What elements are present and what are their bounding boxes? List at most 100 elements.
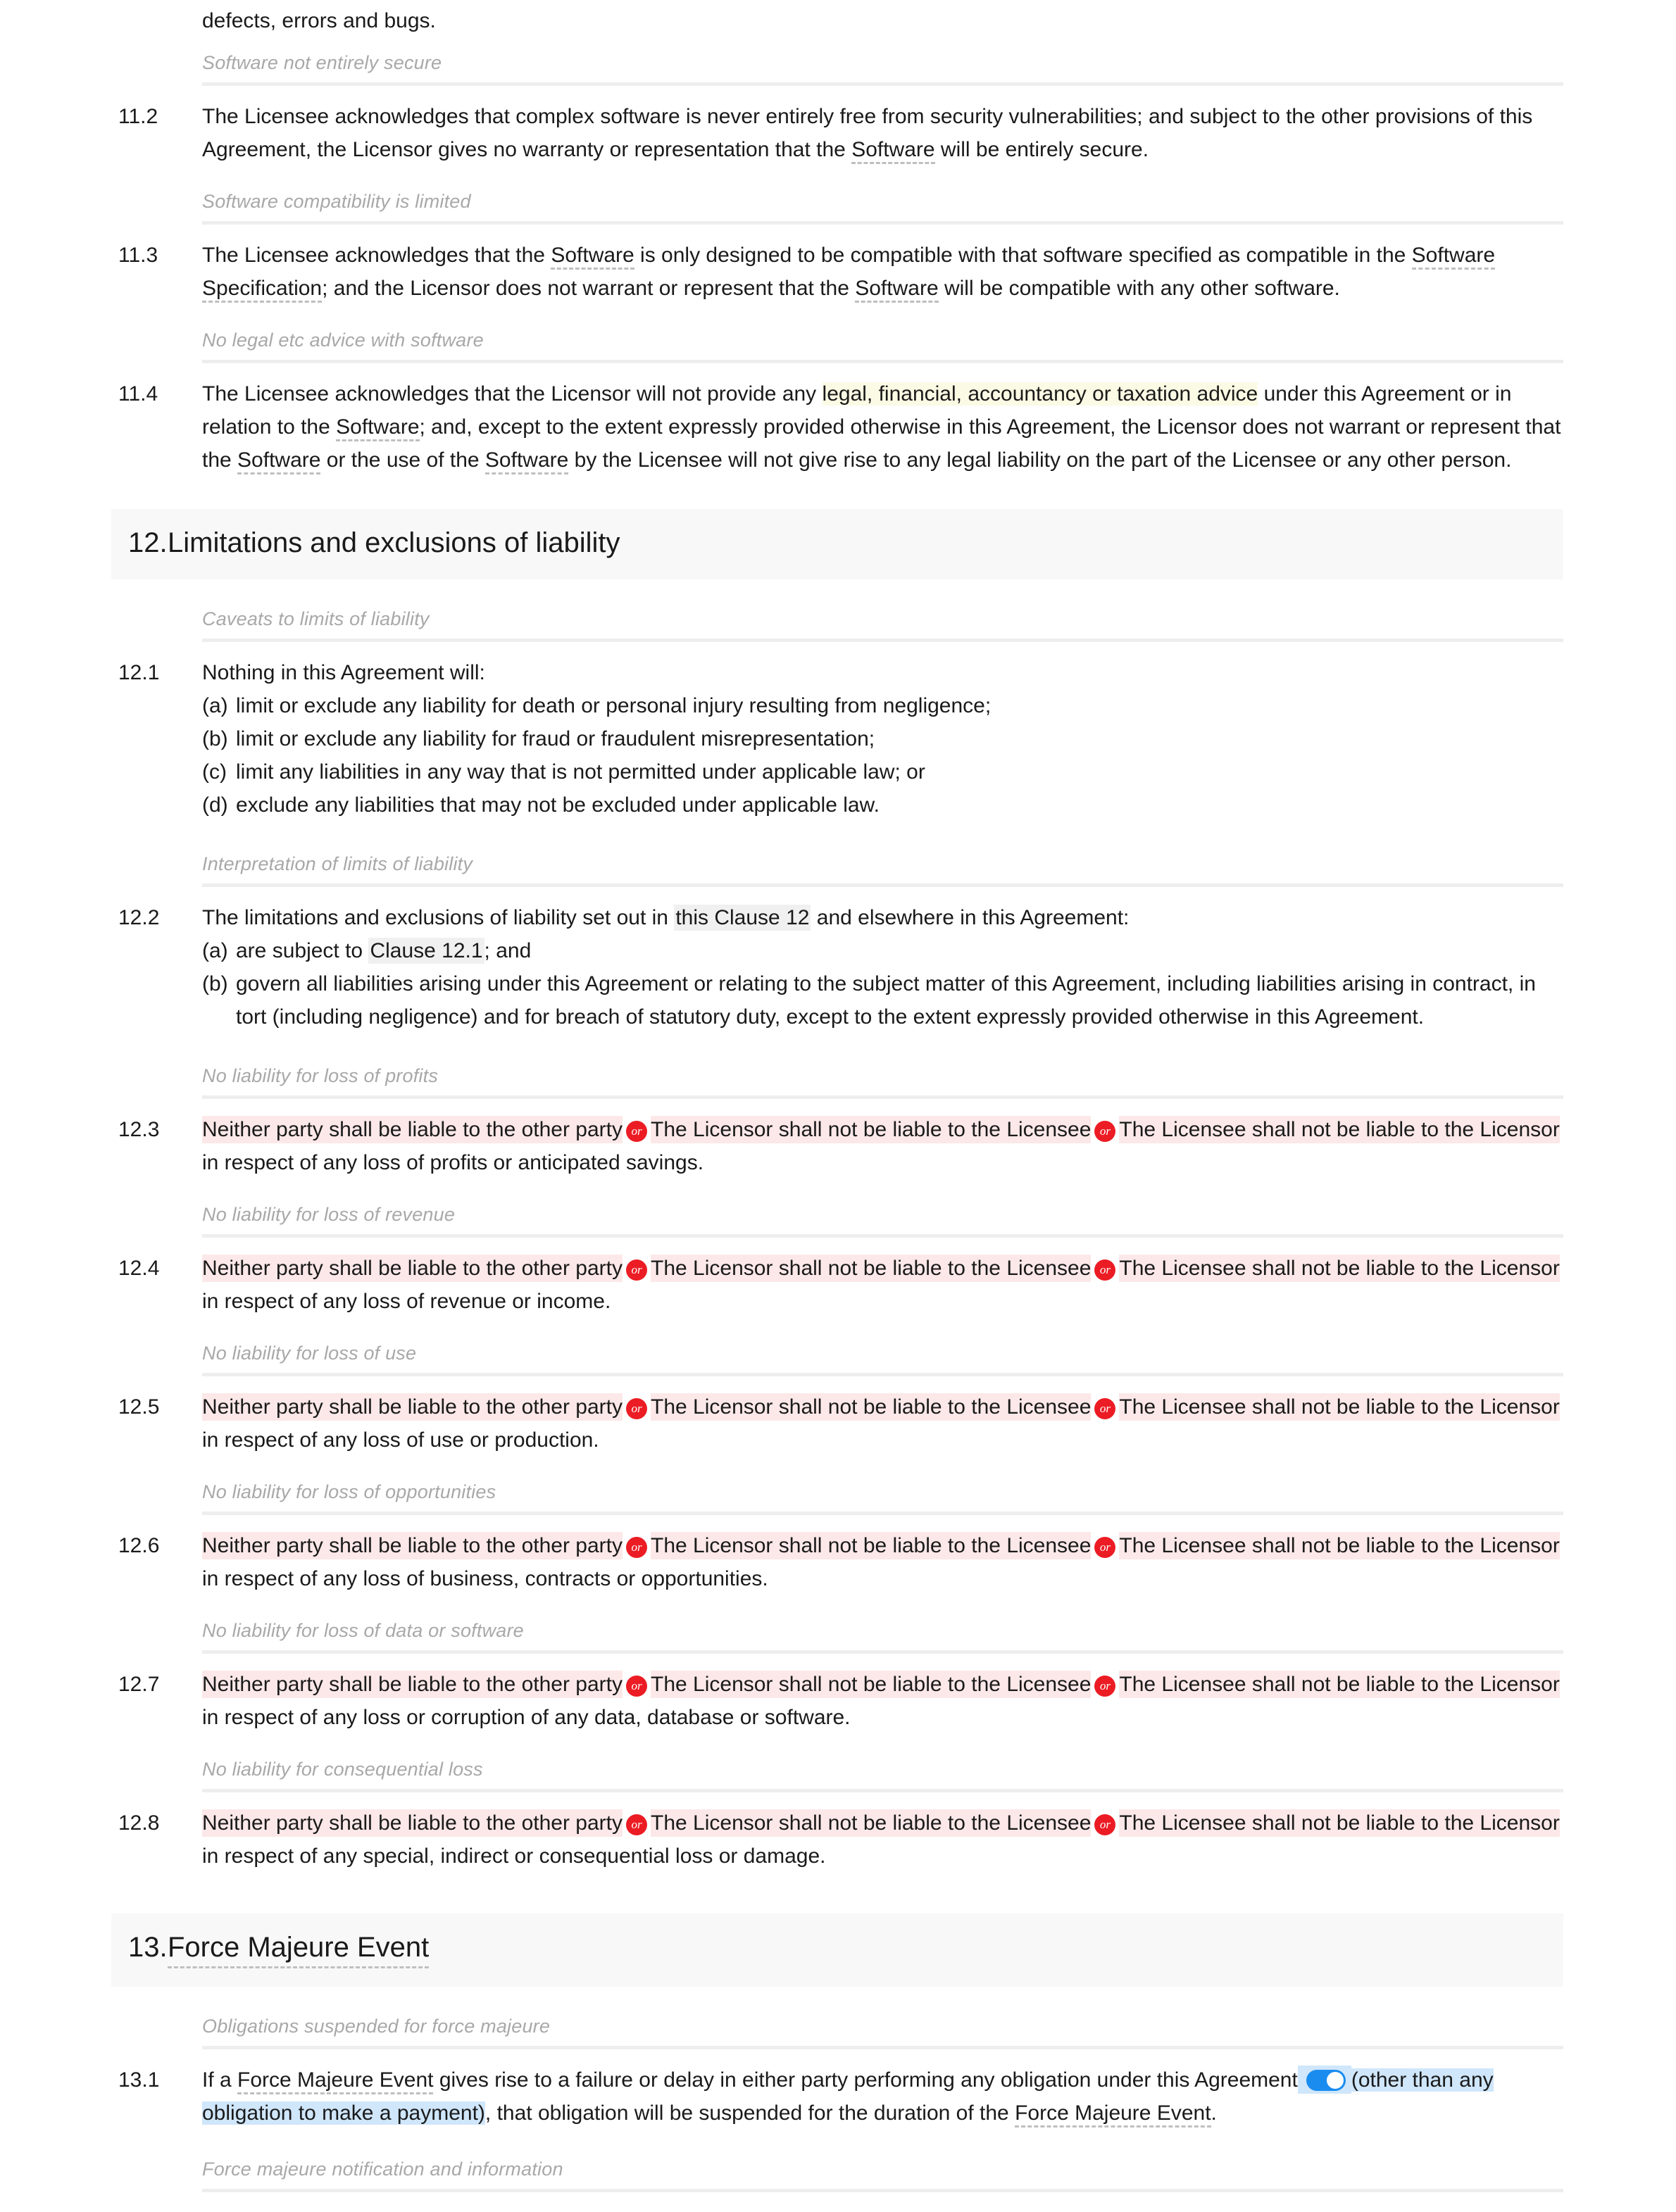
clause-text: Neither party shall be liable to the oth… [202, 1113, 1563, 1179]
clause-text: Neither party shall be liable to the oth… [202, 1390, 1563, 1457]
alternative-option-1[interactable]: Neither party shall be liable to the oth… [202, 1255, 623, 1282]
clause-continuation-text: defects, errors and bugs. [202, 9, 436, 32]
clause-text-part: , that obligation will be suspended for … [484, 2101, 1015, 2125]
alternative-option-1[interactable]: Neither party shall be liable to the oth… [202, 1671, 623, 1698]
sub-item-text: exclude any liabilities that may not be … [236, 793, 880, 817]
caption-divider [202, 1373, 1563, 1376]
section-heading-text: 13. Force Majeure Event [128, 1929, 1546, 1968]
clause-number: 12.1 [118, 661, 160, 684]
defined-term-force-majeure-event[interactable]: Force Majeure Event [1015, 2101, 1211, 2128]
clause-text-part: gives rise to a failure or delay in eith… [433, 2068, 1298, 2092]
alternative-option-2[interactable]: The Licensor shall not be liable to the … [651, 1532, 1092, 1559]
clause-tail-text: in respect of any loss of business, cont… [202, 1567, 768, 1590]
clause-text-part: and elsewhere in this Agreement: [811, 906, 1130, 929]
clause-number: 12.8 [118, 1811, 160, 1835]
alternative-option-3[interactable]: The Licensee shall not be liable to the … [1119, 1671, 1560, 1698]
sub-item-letter: (a) [202, 939, 228, 962]
alternative-option-3[interactable]: The Licensee shall not be liable to the … [1119, 1116, 1560, 1143]
caption-divider [202, 360, 1563, 363]
or-badge-icon[interactable]: or [626, 1814, 647, 1835]
sub-item-letter: (d) [202, 793, 228, 817]
clause-caption: Caveats to limits of liability [202, 608, 430, 629]
section-number: 12. [128, 527, 168, 558]
or-badge-icon[interactable]: or [626, 1259, 647, 1281]
sub-item-letter: (c) [202, 760, 227, 784]
clause-caption: No liability for loss of opportunities [202, 1481, 496, 1502]
alternative-option-1[interactable]: Neither party shall be liable to the oth… [202, 1532, 623, 1559]
or-badge-icon[interactable]: or [1094, 1398, 1116, 1419]
alternative-option-2[interactable]: The Licensor shall not be liable to the … [651, 1809, 1092, 1837]
alternative-option-1[interactable]: Neither party shall be liable to the oth… [202, 1116, 623, 1143]
or-badge-icon[interactable]: or [1094, 1259, 1116, 1281]
alternative-option-3[interactable]: The Licensee shall not be liable to the … [1119, 1255, 1560, 1282]
caption-divider [202, 884, 1563, 887]
clause-text: Neither party shall be liable to the oth… [202, 1668, 1563, 1734]
or-badge-icon[interactable]: or [626, 1398, 647, 1419]
or-badge-icon[interactable]: or [1094, 1676, 1116, 1697]
defined-term-software[interactable]: Software [551, 244, 634, 270]
clause-lead-text: Nothing in this Agreement will: [202, 661, 485, 684]
section-title-force-majeure-event[interactable]: Force Majeure Event [168, 1929, 430, 1968]
yellow-highlighted-text[interactable]: legal, financial, accountancy or taxatio… [822, 382, 1258, 406]
or-badge-icon[interactable]: or [626, 1121, 647, 1142]
section-title: Limitations and exclusions of liability [168, 527, 620, 558]
alternative-option-2[interactable]: The Licensor shall not be liable to the … [651, 1255, 1092, 1282]
clause-tail-text: in respect of any loss or corruption of … [202, 1706, 851, 1729]
clause-caption: Interpretation of limits of liability [202, 853, 473, 874]
caption-divider [202, 639, 1563, 642]
clause-caption-block: No liability for consequential loss [0, 1755, 1676, 1792]
defined-term-software[interactable]: Software [484, 448, 569, 475]
defined-term-software[interactable]: Software [851, 138, 935, 164]
or-badge-icon[interactable]: or [626, 1537, 647, 1558]
section-heading-12: 12. Limitations and exclusions of liabil… [111, 509, 1563, 579]
clause-caption-block: No liability for loss of revenue [0, 1200, 1676, 1238]
defined-term-force-majeure-event[interactable]: Force Majeure Event [237, 2068, 434, 2094]
clause-text: The Licensee acknowledges that complex s… [202, 100, 1563, 166]
clause-text-part: or the use of the [320, 448, 485, 472]
clause-caption: No liability for consequential loss [202, 1759, 483, 1780]
alternative-option-3[interactable]: The Licensee shall not be liable to the … [1119, 1532, 1560, 1559]
defined-term-software[interactable]: Software [336, 415, 420, 441]
clause-caption: Obligations suspended for force majeure [202, 2016, 551, 2037]
alternative-option-1[interactable]: Neither party shall be liable to the oth… [202, 1393, 623, 1421]
sub-item-text: limit or exclude any liability for fraud… [236, 727, 875, 750]
clause-caption: Software compatibility is limited [202, 191, 471, 212]
clause-lead-text: The limitations and exclusions of liabil… [202, 901, 1563, 934]
defined-term-software[interactable]: Software [855, 277, 939, 303]
clause-number: 12.2 [118, 906, 160, 929]
clause-caption-block: No liability for loss of profits [0, 1062, 1676, 1099]
section-heading-text: 12. Limitations and exclusions of liabil… [128, 524, 1546, 561]
clause-row-12-7: 12.7 Neither party shall be liable to th… [0, 1668, 1676, 1734]
alternative-option-2[interactable]: The Licensor shall not be liable to the … [651, 1116, 1092, 1143]
defined-term-software[interactable]: Software [237, 448, 321, 475]
clause-text-part: by the Licensee will not give rise to an… [568, 448, 1512, 472]
alternative-option-1[interactable]: Neither party shall be liable to the oth… [202, 1809, 623, 1837]
caption-divider [202, 221, 1563, 225]
optional-clause-toggle-wrapper[interactable] [1297, 2066, 1351, 2094]
cross-reference-clause-12[interactable]: this Clause 12 [674, 905, 811, 931]
clause-caption-block: No liability for loss of use [0, 1339, 1676, 1376]
clause-row-12-4: 12.4 Neither party shall be liable to th… [0, 1252, 1676, 1318]
clause-caption-block: No liability for loss of data or softwar… [0, 1616, 1676, 1654]
clause-number: 11.3 [118, 244, 158, 267]
sub-item-a: (a) limit or exclude any liability for d… [202, 689, 1563, 722]
or-badge-icon[interactable]: or [1094, 1121, 1116, 1142]
or-badge-icon[interactable]: or [1094, 1537, 1116, 1558]
document-page: defects, errors and bugs. Software not e… [0, 0, 1676, 2212]
toggle-switch-icon[interactable] [1306, 2070, 1346, 2091]
alternative-option-3[interactable]: The Licensee shall not be liable to the … [1119, 1809, 1560, 1837]
or-badge-icon[interactable]: or [626, 1676, 647, 1697]
clause-caption-block: No liability for loss of opportunities [0, 1478, 1676, 1515]
clause-row-11-2: 11.2 The Licensee acknowledges that comp… [0, 100, 1676, 166]
alternative-option-2[interactable]: The Licensor shall not be liable to the … [651, 1393, 1092, 1421]
cross-reference-clause-12-1[interactable]: Clause 12.1 [368, 938, 484, 964]
clause-row-12-8: 12.8 Neither party shall be liable to th… [0, 1806, 1676, 1873]
or-badge-icon[interactable]: or [1094, 1814, 1116, 1835]
clause-tail-text: in respect of any loss of profits or ant… [202, 1151, 704, 1174]
clause-tail-text: in respect of any loss of use or product… [202, 1428, 599, 1452]
caption-divider [202, 82, 1563, 86]
sub-item-letter: (a) [202, 694, 228, 717]
alternative-option-3[interactable]: The Licensee shall not be liable to the … [1119, 1393, 1560, 1421]
alternative-option-2[interactable]: The Licensor shall not be liable to the … [651, 1671, 1092, 1698]
clause-caption-block: Software not entirely secure [0, 49, 1676, 86]
